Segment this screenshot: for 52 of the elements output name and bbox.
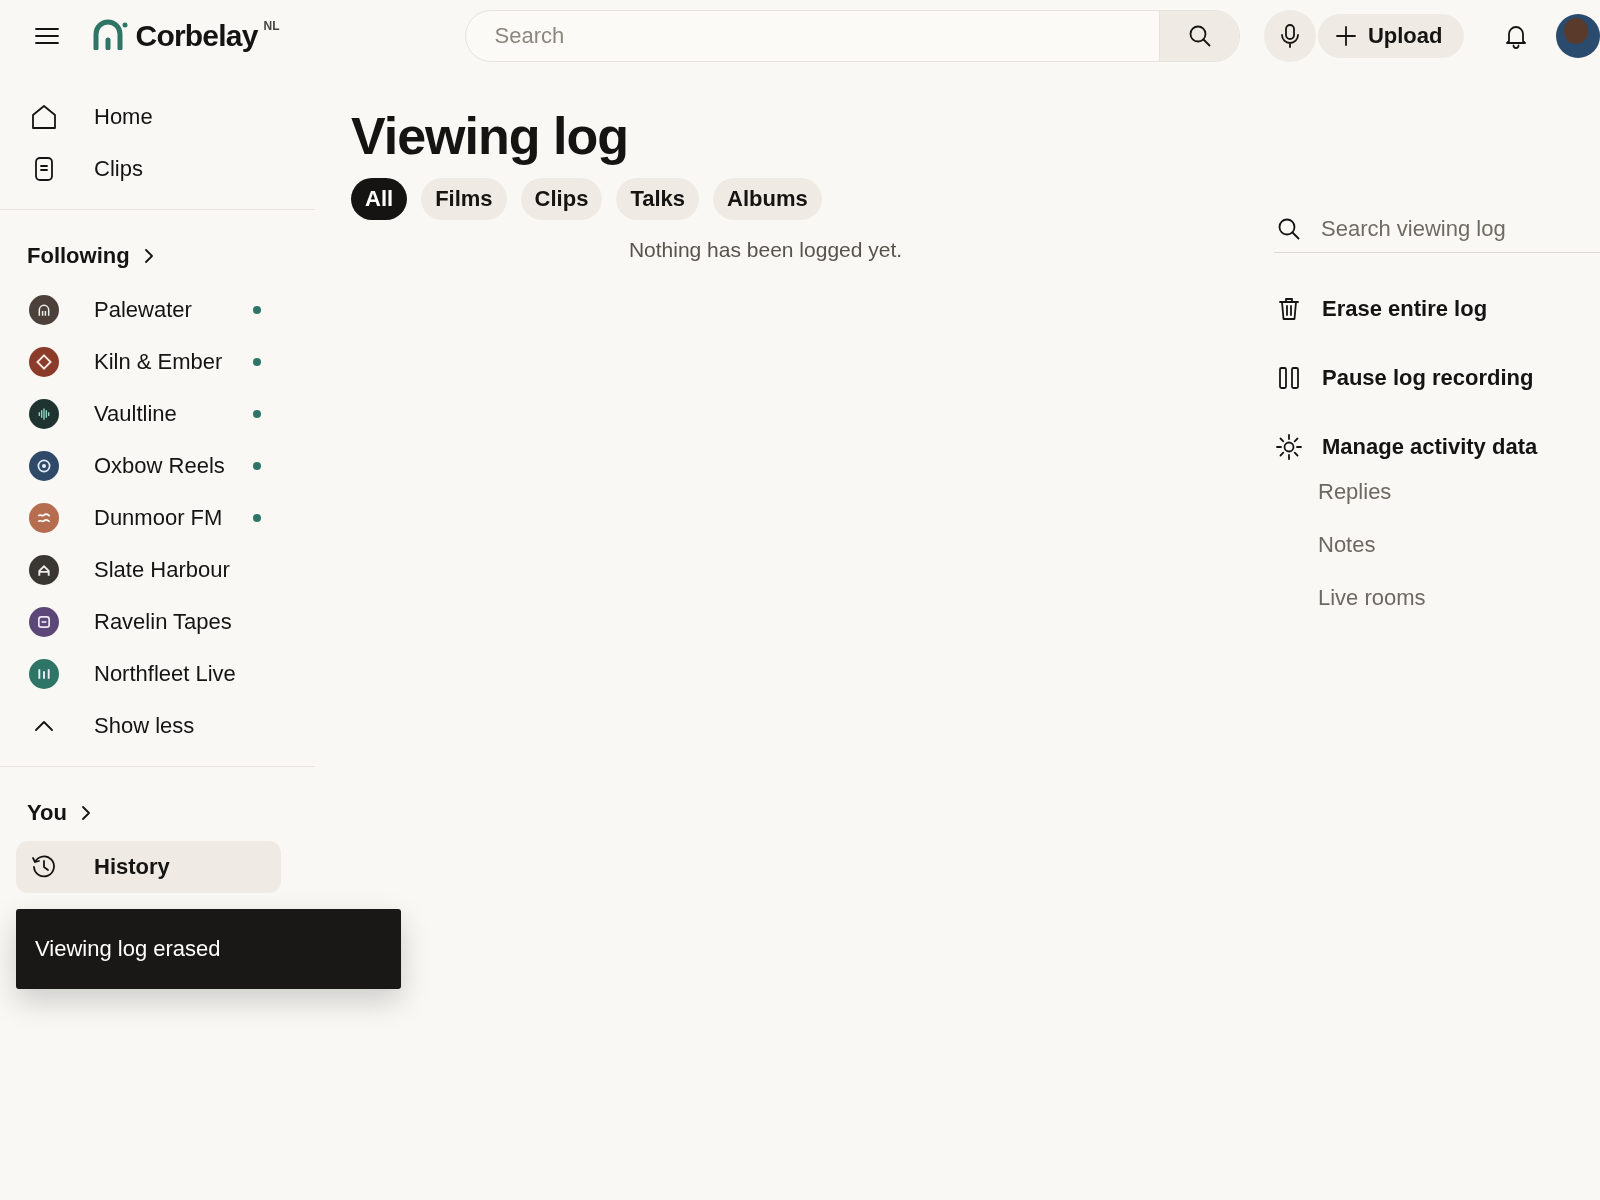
search-bar[interactable]: Search viewing log xyxy=(1274,205,1600,253)
search-icon xyxy=(1187,24,1212,48)
section-heading-link[interactable]: Following xyxy=(27,234,154,278)
channel-item[interactable]: Ravelin Tapes xyxy=(16,596,281,648)
sidebar-item[interactable]: Clips xyxy=(16,143,281,195)
sidebar-item[interactable]: History xyxy=(16,841,281,893)
toast-message: Viewing log erased xyxy=(34,936,221,962)
chevron-up-icon xyxy=(34,720,54,732)
channel-item[interactable]: Dunmoor FM xyxy=(16,492,281,544)
voice-search-button[interactable] xyxy=(1264,10,1316,62)
upload-button[interactable]: Upload xyxy=(1317,14,1465,58)
channel-item[interactable]: Slate Harbour xyxy=(16,544,281,596)
filter-chip[interactable]: Films xyxy=(421,178,507,220)
channel-item[interactable]: Vaultline xyxy=(16,388,281,440)
history-icon xyxy=(31,854,57,880)
chevron-right-icon xyxy=(143,248,154,264)
sub-link[interactable]: Live rooms xyxy=(1318,584,1426,637)
gear-sun-icon xyxy=(1276,434,1302,460)
filter-chip[interactable]: Talks xyxy=(616,178,699,220)
search-icon xyxy=(1277,216,1301,241)
section-heading-link[interactable]: You xyxy=(27,791,91,835)
home-icon xyxy=(31,104,57,130)
action-button[interactable]: Erase entire log xyxy=(1274,283,1488,335)
logo-icon xyxy=(91,18,130,50)
phone-clip-icon xyxy=(34,156,54,182)
search-input[interactable]: Search viewing log xyxy=(1319,205,1600,252)
sub-link[interactable]: Replies xyxy=(1318,478,1392,531)
search-button[interactable] xyxy=(1159,11,1240,61)
chevron-right-icon xyxy=(80,805,91,821)
microphone-icon xyxy=(1280,23,1301,49)
bell-icon xyxy=(1504,23,1529,49)
channel-item[interactable]: Kiln & Ember xyxy=(16,336,281,388)
sidebar-item[interactable]: Home xyxy=(16,91,281,143)
trash-icon xyxy=(1278,297,1300,321)
filter-chip[interactable]: Clips xyxy=(520,178,603,220)
channel-item[interactable]: Northfleet Live xyxy=(16,648,281,700)
page-title: Viewing log xyxy=(351,106,629,167)
action-button[interactable]: Manage activity data xyxy=(1274,421,1538,473)
plus-icon xyxy=(1335,26,1356,46)
brand-name: Corbelay xyxy=(135,18,258,54)
filter-chip[interactable]: All xyxy=(351,178,408,220)
show-less-link[interactable]: Show less xyxy=(16,700,281,752)
channel-item[interactable]: Palewater xyxy=(16,284,281,336)
sub-link[interactable]: Notes xyxy=(1318,531,1376,584)
action-button[interactable]: Pause log recording xyxy=(1274,352,1534,404)
filter-chip[interactable]: Albums xyxy=(713,178,822,220)
pause-icon xyxy=(1278,366,1300,390)
region-label: NL xyxy=(263,19,280,33)
channel-item[interactable]: Oxbow Reels xyxy=(16,440,281,492)
empty-state-message: Nothing has been logged yet. xyxy=(627,238,904,262)
menu-icon xyxy=(33,26,60,46)
user-avatar[interactable] xyxy=(1556,14,1600,58)
